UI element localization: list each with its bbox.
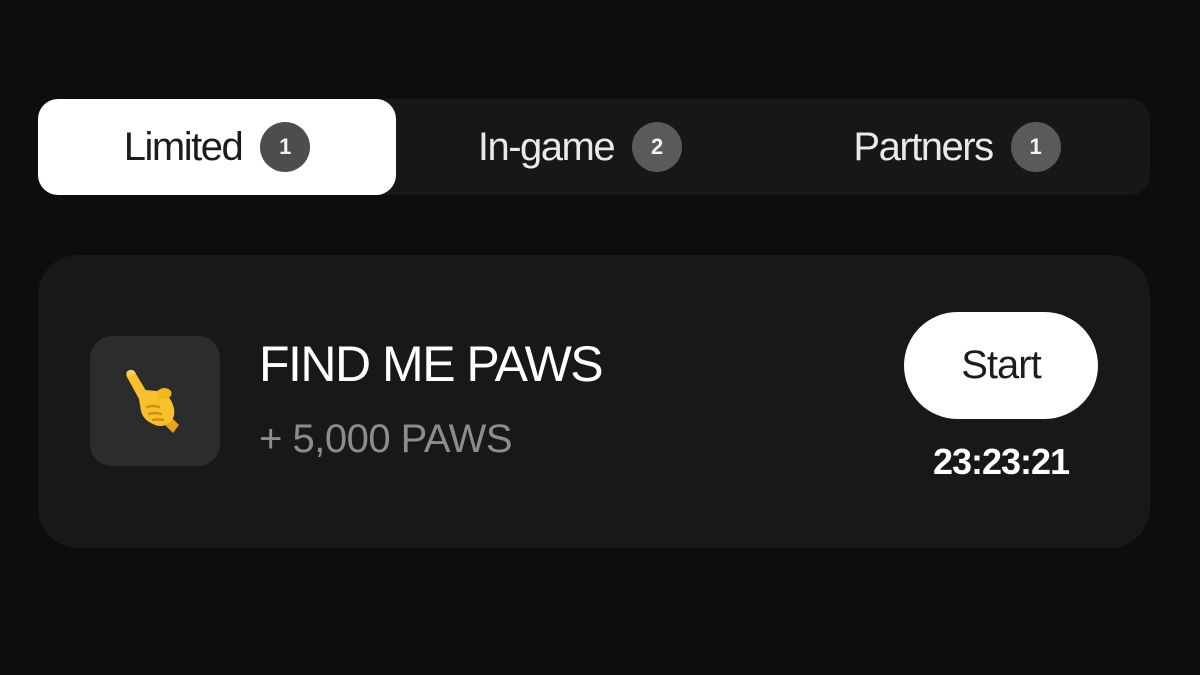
task-category-tabs: Limited 1 In-game 2 Partners 1: [38, 99, 1150, 195]
tab-label: Limited: [123, 124, 244, 169]
tab-count-badge: 1: [260, 122, 311, 172]
page: Limited 1 In-game 2 Partners 1 FIND ME P…: [0, 0, 1200, 675]
tab-count-badge: 2: [632, 122, 683, 172]
start-button[interactable]: Start: [904, 312, 1098, 419]
tab-count-badge: 1: [1010, 122, 1061, 172]
countdown-timer: 23:23:21: [932, 441, 1070, 482]
task-title: FIND ME PAWS: [259, 336, 604, 392]
tab-label: Partners: [853, 124, 994, 169]
tab-label: In-game: [477, 124, 616, 169]
tab-partners[interactable]: Partners 1: [764, 99, 1150, 195]
pointing-hand-icon: [126, 369, 179, 433]
tab-limited[interactable]: Limited 1: [38, 99, 396, 195]
task-card: FIND ME PAWS + 5,000 PAWS Start 23:23:21: [38, 255, 1150, 548]
task-reward: + 5,000 PAWS: [259, 417, 513, 461]
tab-in-game[interactable]: In-game 2: [396, 99, 764, 195]
task-icon-tile: [90, 336, 220, 466]
